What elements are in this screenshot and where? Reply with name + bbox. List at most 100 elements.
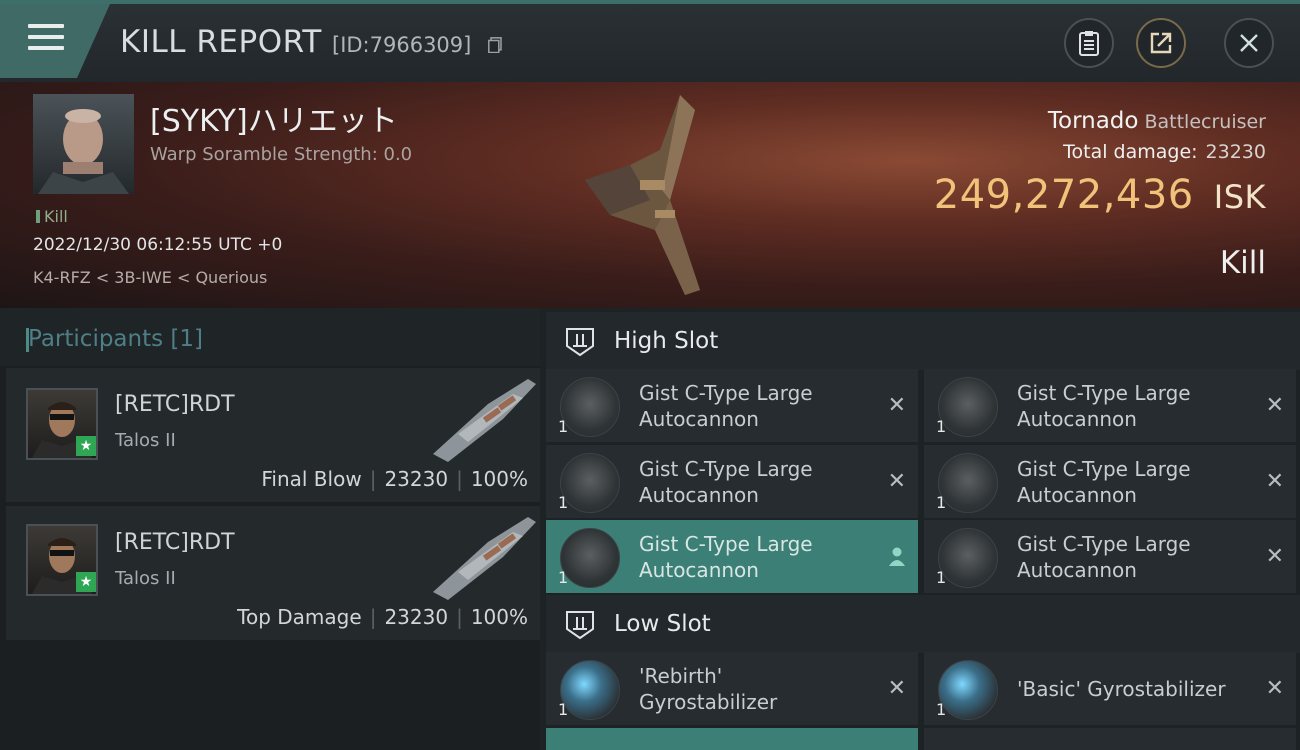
participant-role: Final Blow <box>261 467 362 491</box>
item-name-line2: Autocannon <box>1017 558 1137 582</box>
autocannon-icon <box>938 453 998 513</box>
isk-value: 249,272,436 ISK <box>934 172 1266 218</box>
participant-percent: 100% <box>470 467 528 491</box>
item-name-line2: Autocannon <box>1017 407 1137 431</box>
low-slot-label: Low Slot <box>614 611 711 637</box>
share-icon <box>1150 32 1172 54</box>
high-slot-label: High Slot <box>614 328 719 354</box>
ship-name-text: Tornado <box>1047 108 1139 134</box>
kill-datetime: 2022/12/30 06:12:55 UTC +0 <box>33 235 283 255</box>
item-quantity: 1 <box>558 493 569 512</box>
item-name-line1: 'Basic' Gyrostabilizer <box>1017 677 1226 701</box>
participant-damage: 23230 <box>384 467 449 491</box>
item-quantity: 1 <box>936 700 947 719</box>
star-badge-icon: ★ <box>76 572 96 592</box>
participant-ship-image <box>433 379 536 462</box>
item-name-line1: Gist C-Type Large <box>639 381 813 405</box>
fitting-item[interactable]: 1 Gist C-Type Large Autocannon ✕ <box>924 445 1296 518</box>
close-icon <box>1240 34 1258 52</box>
close-button[interactable] <box>1224 18 1274 68</box>
clipboard-button[interactable] <box>1064 18 1114 68</box>
close-icon[interactable]: ✕ <box>888 469 906 494</box>
slot-icon <box>566 611 594 640</box>
participant-ship: Talos II <box>115 568 176 589</box>
item-name-line2: Gyrostabilizer <box>639 690 778 714</box>
item-name-line2: Autocannon <box>1017 483 1137 507</box>
close-icon[interactable]: ✕ <box>888 676 906 701</box>
victim-ship-image <box>585 95 700 295</box>
clipboard-icon <box>1079 31 1099 56</box>
item-name-line2: Autocannon <box>639 558 759 582</box>
fitting-item-partial[interactable] <box>924 728 1296 750</box>
autocannon-icon <box>560 453 620 513</box>
item-name-line2: Autocannon <box>639 483 759 507</box>
participant-stats: Top Damage | 23230 | 100% <box>237 605 528 629</box>
participant-name: [RETC]RDT <box>115 530 235 555</box>
report-id: [ID:7966309] <box>332 33 472 57</box>
item-quantity: 1 <box>558 700 569 719</box>
victim-name: [SYKY]ハリエット <box>150 104 398 139</box>
kill-tag: Kill <box>36 207 68 226</box>
total-damage-label: Total damage: <box>1063 141 1198 163</box>
item-quantity: 1 <box>558 417 569 436</box>
participant-stats: Final Blow | 23230 | 100% <box>261 467 528 491</box>
participants-title[interactable]: Participants [1] <box>25 326 204 352</box>
fitting-item[interactable]: 1 Gist C-Type Large Autocannon ✕ <box>546 369 918 442</box>
victim-portrait <box>33 94 134 194</box>
item-name-line1: 'Rebirth' <box>639 664 723 688</box>
gyrostabilizer-icon <box>938 660 998 720</box>
participant-percent: 100% <box>470 605 528 629</box>
isk-amount: 249,272,436 <box>933 172 1194 218</box>
item-quantity: 1 <box>558 568 569 587</box>
participants-label: Participants <box>28 326 164 352</box>
isk-unit: ISK <box>1213 178 1266 216</box>
gyrostabilizer-icon <box>560 660 620 720</box>
autocannon-icon <box>938 528 998 588</box>
close-icon[interactable]: ✕ <box>1266 676 1284 701</box>
victim-ship-name: Tornado Battlecruiser <box>1048 108 1266 134</box>
fitting-item[interactable]: 1 Gist C-Type Large Autocannon ✕ <box>924 369 1296 442</box>
ship-class: Battlecruiser <box>1144 111 1266 133</box>
item-quantity: 1 <box>936 568 947 587</box>
slot-icon <box>566 328 594 357</box>
item-name-line2: Autocannon <box>639 407 759 431</box>
fitting-item-selected[interactable]: 1 Gist C-Type Large Autocannon <box>546 520 918 593</box>
close-icon[interactable]: ✕ <box>888 393 906 418</box>
copy-icon[interactable] <box>488 37 502 53</box>
autocannon-icon <box>560 377 620 437</box>
kill-location: K4-RFZ < 3B-IWE < Querious <box>33 268 268 287</box>
person-icon[interactable] <box>888 546 906 566</box>
star-badge-icon: ★ <box>76 436 96 456</box>
fitting-item[interactable]: 1 'Basic' Gyrostabilizer ✕ <box>924 652 1296 725</box>
share-button[interactable] <box>1136 18 1186 68</box>
total-damage: Total damage: 23230 <box>1063 141 1266 163</box>
item-name-line1: Gist C-Type Large <box>639 457 813 481</box>
fitting-item[interactable]: 1 Gist C-Type Large Autocannon ✕ <box>924 520 1296 593</box>
item-name-line1: Gist C-Type Large <box>1017 532 1191 556</box>
fitting-item-partial[interactable] <box>546 728 918 750</box>
close-icon[interactable]: ✕ <box>1266 393 1284 418</box>
participants-count: [1] <box>170 326 204 352</box>
item-name-line1: Gist C-Type Large <box>1017 457 1191 481</box>
fitting-item[interactable]: 1 'Rebirth' Gyrostabilizer ✕ <box>546 652 918 725</box>
high-slot-header: High Slot <box>546 312 1300 370</box>
autocannon-icon <box>938 377 998 437</box>
participant-damage: 23230 <box>384 605 449 629</box>
participant-ship-image <box>433 517 536 600</box>
kill-result: Kill <box>1219 245 1266 281</box>
close-icon[interactable]: ✕ <box>1266 469 1284 494</box>
item-quantity: 1 <box>936 493 947 512</box>
total-damage-value: 23230 <box>1205 141 1266 163</box>
autocannon-icon <box>560 528 620 588</box>
fitting-item[interactable]: 1 Gist C-Type Large Autocannon ✕ <box>546 445 918 518</box>
item-name-line1: Gist C-Type Large <box>639 532 813 556</box>
menu-icon[interactable] <box>28 24 64 54</box>
item-name-line1: Gist C-Type Large <box>1017 381 1191 405</box>
item-quantity: 1 <box>936 417 947 436</box>
page-title: KILL REPORT <box>120 24 322 60</box>
participant-role: Top Damage <box>237 605 362 629</box>
low-slot-header: Low Slot <box>546 595 1300 653</box>
warp-scramble-strength: Warp Soramble Strength: 0.0 <box>150 144 413 165</box>
participant-name: [RETC]RDT <box>115 392 235 417</box>
close-icon[interactable]: ✕ <box>1266 544 1284 569</box>
